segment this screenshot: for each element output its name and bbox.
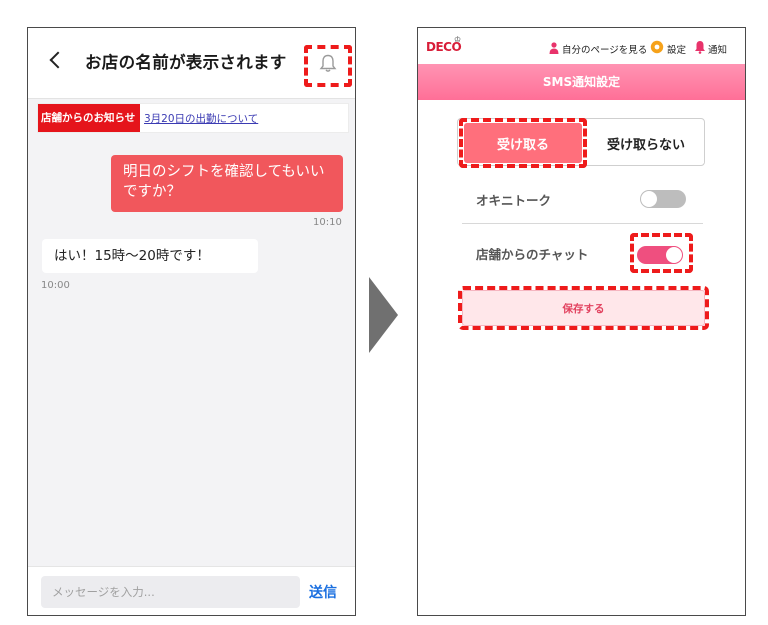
- message-bubble-incoming: はい！15時〜20時です！: [42, 239, 258, 273]
- page-title: お店の名前が表示されます: [85, 53, 287, 72]
- stage: お店の名前が表示されます 店舗からのお知らせ 3月20日の出勤について 明日のシ…: [0, 0, 768, 625]
- notice-link[interactable]: 3月20日の出勤について: [144, 111, 258, 126]
- chat-header: お店の名前が表示されます: [28, 28, 355, 99]
- toggle-knob: [641, 191, 657, 207]
- back-icon[interactable]: [49, 51, 67, 69]
- settings-screen: DECO ♔ 自分のページを見る 設定 通知 SMS通知設定 受け取る 受け取ら…: [417, 27, 746, 616]
- message-bubble-outgoing: 明日のシフトを確認してもいいですか？: [111, 155, 343, 212]
- toggle-knob: [666, 247, 682, 263]
- save-button[interactable]: 保存する: [462, 290, 705, 326]
- bell-icon: [695, 41, 705, 54]
- message-time: 10:00: [41, 280, 70, 291]
- notice-badge: 店舗からのお知らせ: [38, 104, 140, 132]
- setting-row-shop-chat: 店舗からのチャット: [462, 230, 703, 278]
- person-icon: [549, 42, 559, 54]
- receive-option-button[interactable]: 受け取る: [464, 123, 582, 163]
- page-title: SMS通知設定: [418, 64, 745, 100]
- arrow-right-icon: [369, 277, 398, 353]
- nav-settings-link[interactable]: 設定: [667, 42, 686, 56]
- okini-talk-toggle[interactable]: [640, 190, 686, 208]
- notice-bar[interactable]: 店舗からのお知らせ 3月20日の出勤について: [37, 103, 349, 133]
- chat-screen: お店の名前が表示されます 店舗からのお知らせ 3月20日の出勤について 明日のシ…: [27, 27, 356, 616]
- crown-icon: ♔: [454, 35, 462, 44]
- not-receive-option-button[interactable]: 受け取らない: [588, 123, 704, 163]
- receive-segment-control: 受け取る 受け取らない: [457, 118, 705, 168]
- nav-mypage-link[interactable]: 自分のページを見る: [562, 42, 647, 56]
- send-button[interactable]: 送信: [309, 582, 337, 602]
- setting-row-okini-talk: オキニトーク: [462, 176, 703, 224]
- setting-label: 店舗からのチャット: [476, 247, 589, 262]
- bell-highlight: [304, 45, 352, 87]
- nav-notice-link[interactable]: 通知: [708, 42, 727, 56]
- setting-label: オキニトーク: [476, 193, 552, 208]
- shop-chat-toggle[interactable]: [637, 246, 683, 264]
- message-input-bar: 送信: [28, 566, 355, 615]
- message-input[interactable]: [41, 576, 300, 608]
- message-time: 10:10: [313, 217, 342, 228]
- gear-icon: [650, 40, 664, 54]
- top-bar: DECO ♔ 自分のページを見る 設定 通知: [418, 28, 745, 64]
